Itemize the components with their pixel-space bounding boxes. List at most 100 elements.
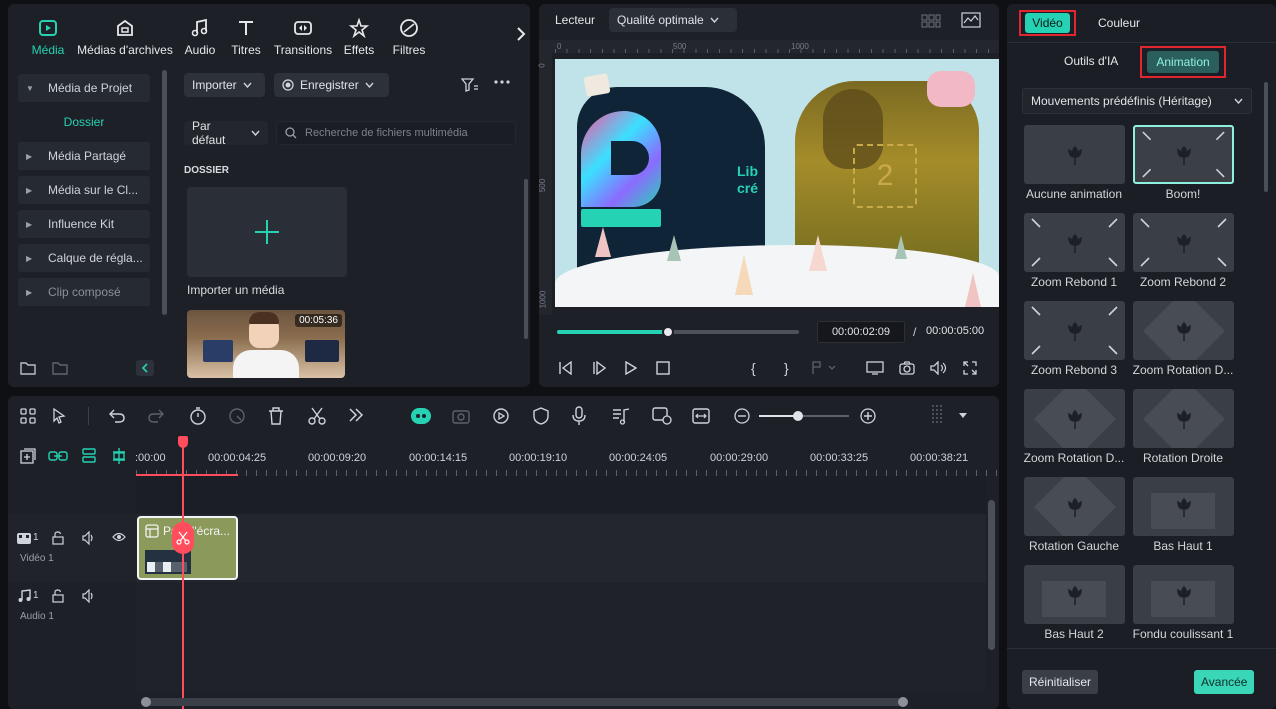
preset-tile[interactable]: [1024, 301, 1125, 360]
tab-color[interactable]: Couleur: [1098, 16, 1140, 30]
snap-icon[interactable]: [110, 447, 128, 465]
record-button[interactable]: Enregistrer: [274, 73, 389, 97]
props-scrollbar[interactable]: [1264, 82, 1268, 192]
sort-dropdown[interactable]: Par défaut: [184, 119, 268, 147]
volume-icon[interactable]: [930, 361, 948, 375]
new-folder-icon[interactable]: [20, 361, 36, 375]
preset-tile[interactable]: [1024, 477, 1125, 536]
sidebar-item-shared-media[interactable]: ▶ Média Partagé: [18, 142, 150, 170]
tab-effects[interactable]: Effets: [334, 4, 384, 66]
more-tools-icon[interactable]: [348, 408, 364, 422]
sidebar-item-influence-kit[interactable]: ▶ Influence Kit: [18, 210, 150, 238]
microphone-icon[interactable]: [572, 406, 586, 426]
filter-icon[interactable]: [461, 77, 479, 93]
speaker-icon[interactable]: [82, 589, 96, 603]
tab-video[interactable]: Vidéo: [1019, 10, 1076, 36]
sidebar-item-adjustment-layer[interactable]: ▶ Calque de régla...: [18, 244, 150, 272]
marker-icon[interactable]: [811, 361, 837, 375]
preset-tile[interactable]: [1024, 389, 1125, 448]
fit-width-icon[interactable]: [692, 407, 710, 425]
mark-out-icon[interactable]: }: [784, 360, 789, 376]
sidebar-item-folder[interactable]: Dossier: [18, 108, 150, 136]
next-frame-icon[interactable]: [592, 361, 606, 375]
preset-tile[interactable]: [1024, 125, 1125, 184]
display-icon[interactable]: [866, 361, 884, 375]
camera-effect-icon[interactable]: [452, 407, 472, 425]
preview-canvas[interactable]: Lib cré 2: [555, 59, 999, 307]
subtab-ai-tools[interactable]: Outils d'IA: [1064, 54, 1118, 68]
auto-reframe-icon[interactable]: [228, 407, 246, 425]
playback-progress-track[interactable]: [557, 326, 799, 338]
redo-icon[interactable]: [148, 408, 164, 424]
previous-frame-icon[interactable]: [559, 361, 573, 375]
preset-tile[interactable]: [1133, 477, 1234, 536]
tab-media[interactable]: Média: [26, 4, 70, 66]
preset-tile[interactable]: [1133, 565, 1234, 624]
reset-button[interactable]: Réinitialiser: [1022, 670, 1099, 694]
playhead-line[interactable]: [182, 440, 184, 709]
add-track-icon[interactable]: [20, 448, 36, 464]
preset-tile[interactable]: [1133, 213, 1234, 272]
speech-icon[interactable]: [492, 407, 510, 425]
folder-link-icon[interactable]: [52, 361, 68, 375]
stop-icon[interactable]: [656, 361, 670, 375]
timeline-vertical-scrollbar[interactable]: [988, 500, 995, 650]
more-icon[interactable]: [494, 80, 510, 84]
timeline-horizontal-scrollbar[interactable]: [141, 697, 908, 707]
media-clip-thumbnail[interactable]: 00:05:36: [187, 310, 345, 378]
ai-assistant-icon[interactable]: [410, 406, 432, 426]
split-marker[interactable]: [172, 522, 194, 554]
collapse-sidebar-icon[interactable]: [136, 360, 154, 376]
zoom-out-icon[interactable]: [734, 408, 750, 424]
import-media-tile[interactable]: [187, 187, 347, 277]
sidebar-item-cloud-media[interactable]: ▶ Média sur le Cl...: [18, 176, 150, 204]
scissors-icon[interactable]: [308, 407, 326, 425]
track-options-icon[interactable]: [930, 404, 946, 426]
select-tool-icon[interactable]: [52, 408, 70, 424]
tab-transitions[interactable]: Transitions: [272, 4, 334, 66]
quality-dropdown[interactable]: Qualité optimale: [609, 8, 737, 32]
preset-tile[interactable]: [1133, 301, 1234, 360]
screen-record-icon[interactable]: [652, 407, 672, 425]
play-icon[interactable]: [625, 361, 637, 375]
current-time-field[interactable]: 00:00:02:09: [817, 321, 905, 343]
zoom-slider[interactable]: [759, 411, 849, 421]
subtab-animation[interactable]: Animation: [1140, 46, 1226, 78]
lock-icon[interactable]: [52, 589, 64, 603]
caret-down-icon[interactable]: [959, 413, 967, 419]
chevron-right-icon[interactable]: [516, 26, 526, 42]
tab-titles[interactable]: Titres: [220, 4, 272, 66]
scrollbar-handle-right[interactable]: [898, 697, 908, 707]
preset-tile[interactable]: [1133, 389, 1234, 448]
advanced-button[interactable]: Avancée: [1194, 670, 1255, 694]
media-search-input[interactable]: Recherche de fichiers multimédia: [276, 121, 516, 145]
sidebar-scrollbar[interactable]: [162, 70, 167, 315]
link-icon[interactable]: [48, 448, 68, 464]
tab-archive-media[interactable]: Médias d'archives: [70, 4, 180, 66]
preset-dropdown[interactable]: Mouvements prédéfinis (Héritage): [1022, 88, 1252, 114]
undo-icon[interactable]: [109, 408, 125, 424]
delete-icon[interactable]: [268, 407, 284, 425]
scrollbar-handle-left[interactable]: [141, 697, 151, 707]
preset-tile[interactable]: [1024, 213, 1125, 272]
fullscreen-icon[interactable]: [963, 361, 977, 375]
playhead-handle[interactable]: [178, 436, 188, 448]
sidebar-item-compound-clip[interactable]: ▶ Clip composé: [18, 278, 150, 306]
tab-audio[interactable]: Audio: [180, 4, 220, 66]
media-scrollbar[interactable]: [524, 179, 528, 339]
snapshot-icon[interactable]: [899, 361, 915, 375]
tab-filters[interactable]: Filtres: [384, 4, 434, 66]
preset-tile[interactable]: [1024, 565, 1125, 624]
speaker-icon[interactable]: [82, 531, 96, 545]
zoom-in-icon[interactable]: [860, 408, 876, 424]
waveform-chart-icon[interactable]: [961, 12, 981, 28]
mark-in-icon[interactable]: {: [751, 360, 756, 376]
shield-icon[interactable]: [533, 407, 549, 425]
lock-icon[interactable]: [52, 531, 64, 545]
zoom-slider-handle[interactable]: [792, 411, 803, 421]
music-list-icon[interactable]: [612, 407, 630, 425]
grid-icon[interactable]: [921, 14, 941, 28]
sidebar-item-project-media[interactable]: ▼ Média de Projet: [18, 74, 150, 102]
preset-tile[interactable]: [1133, 125, 1234, 184]
eye-icon[interactable]: [112, 532, 126, 542]
